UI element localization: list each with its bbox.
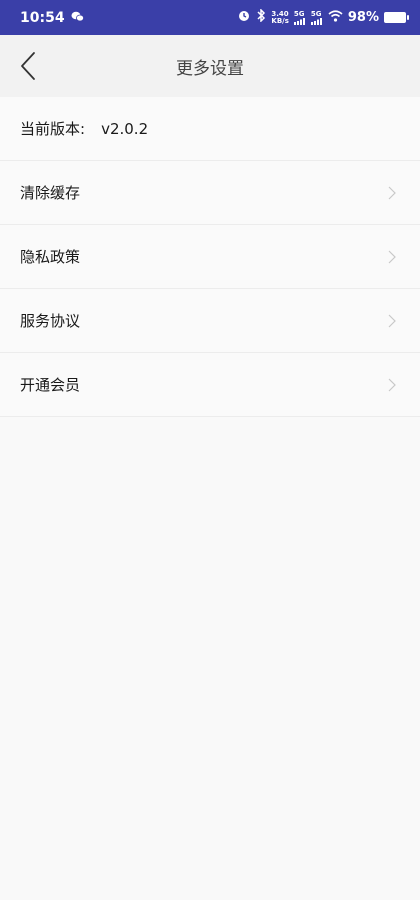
signal-2: 5G [310, 9, 323, 25]
version-info: 当前版本: v2.0.2 [20, 118, 148, 139]
service-agreement-item[interactable]: 服务协议 [0, 289, 420, 353]
chevron-right-icon [388, 378, 398, 392]
back-button[interactable] [12, 49, 44, 83]
net-speed-unit: KB/s [271, 16, 289, 25]
wifi-icon [328, 9, 343, 26]
status-left: 10:54 [20, 10, 84, 26]
version-value: v2.0.2 [101, 119, 149, 138]
signal-1-bars-icon [293, 17, 305, 25]
nav-bar: 更多设置 [0, 35, 420, 97]
status-bar: 10:54 3.40 KB/s 5G 5G 98% [0, 0, 420, 35]
battery-icon [384, 12, 409, 23]
wechat-icon [71, 10, 84, 26]
clear-cache-label: 清除缓存 [20, 184, 81, 202]
empty-area [0, 417, 420, 900]
chevron-right-icon [388, 186, 398, 200]
clear-cache-item[interactable]: 清除缓存 [0, 161, 420, 225]
chevron-right-icon [388, 250, 398, 264]
page-title: 更多设置 [176, 58, 244, 79]
version-row: 当前版本: v2.0.2 [0, 97, 420, 161]
signal-1-label: 5G [293, 9, 305, 18]
bluetooth-icon [256, 8, 266, 26]
status-time: 10:54 [20, 9, 65, 26]
chevron-right-icon [388, 314, 398, 328]
open-membership-item[interactable]: 开通会员 [0, 353, 420, 417]
battery-percent: 98% [347, 10, 379, 25]
alarm-icon [237, 9, 251, 26]
signal-2-bars-icon [310, 17, 322, 25]
net-speed: 3.40 KB/s [271, 10, 289, 25]
version-label: 当前版本: [20, 120, 86, 138]
open-membership-label: 开通会员 [20, 376, 81, 394]
signal-2-label: 5G [310, 9, 322, 18]
signal-1: 5G [293, 9, 306, 25]
privacy-policy-label: 隐私政策 [20, 248, 81, 266]
privacy-policy-item[interactable]: 隐私政策 [0, 225, 420, 289]
status-right: 3.40 KB/s 5G 5G 98% [237, 8, 409, 26]
settings-list: 当前版本: v2.0.2 清除缓存 隐私政策 服务协议 开通会员 [0, 97, 420, 417]
service-agreement-label: 服务协议 [20, 312, 81, 330]
chevron-left-icon [21, 52, 35, 80]
